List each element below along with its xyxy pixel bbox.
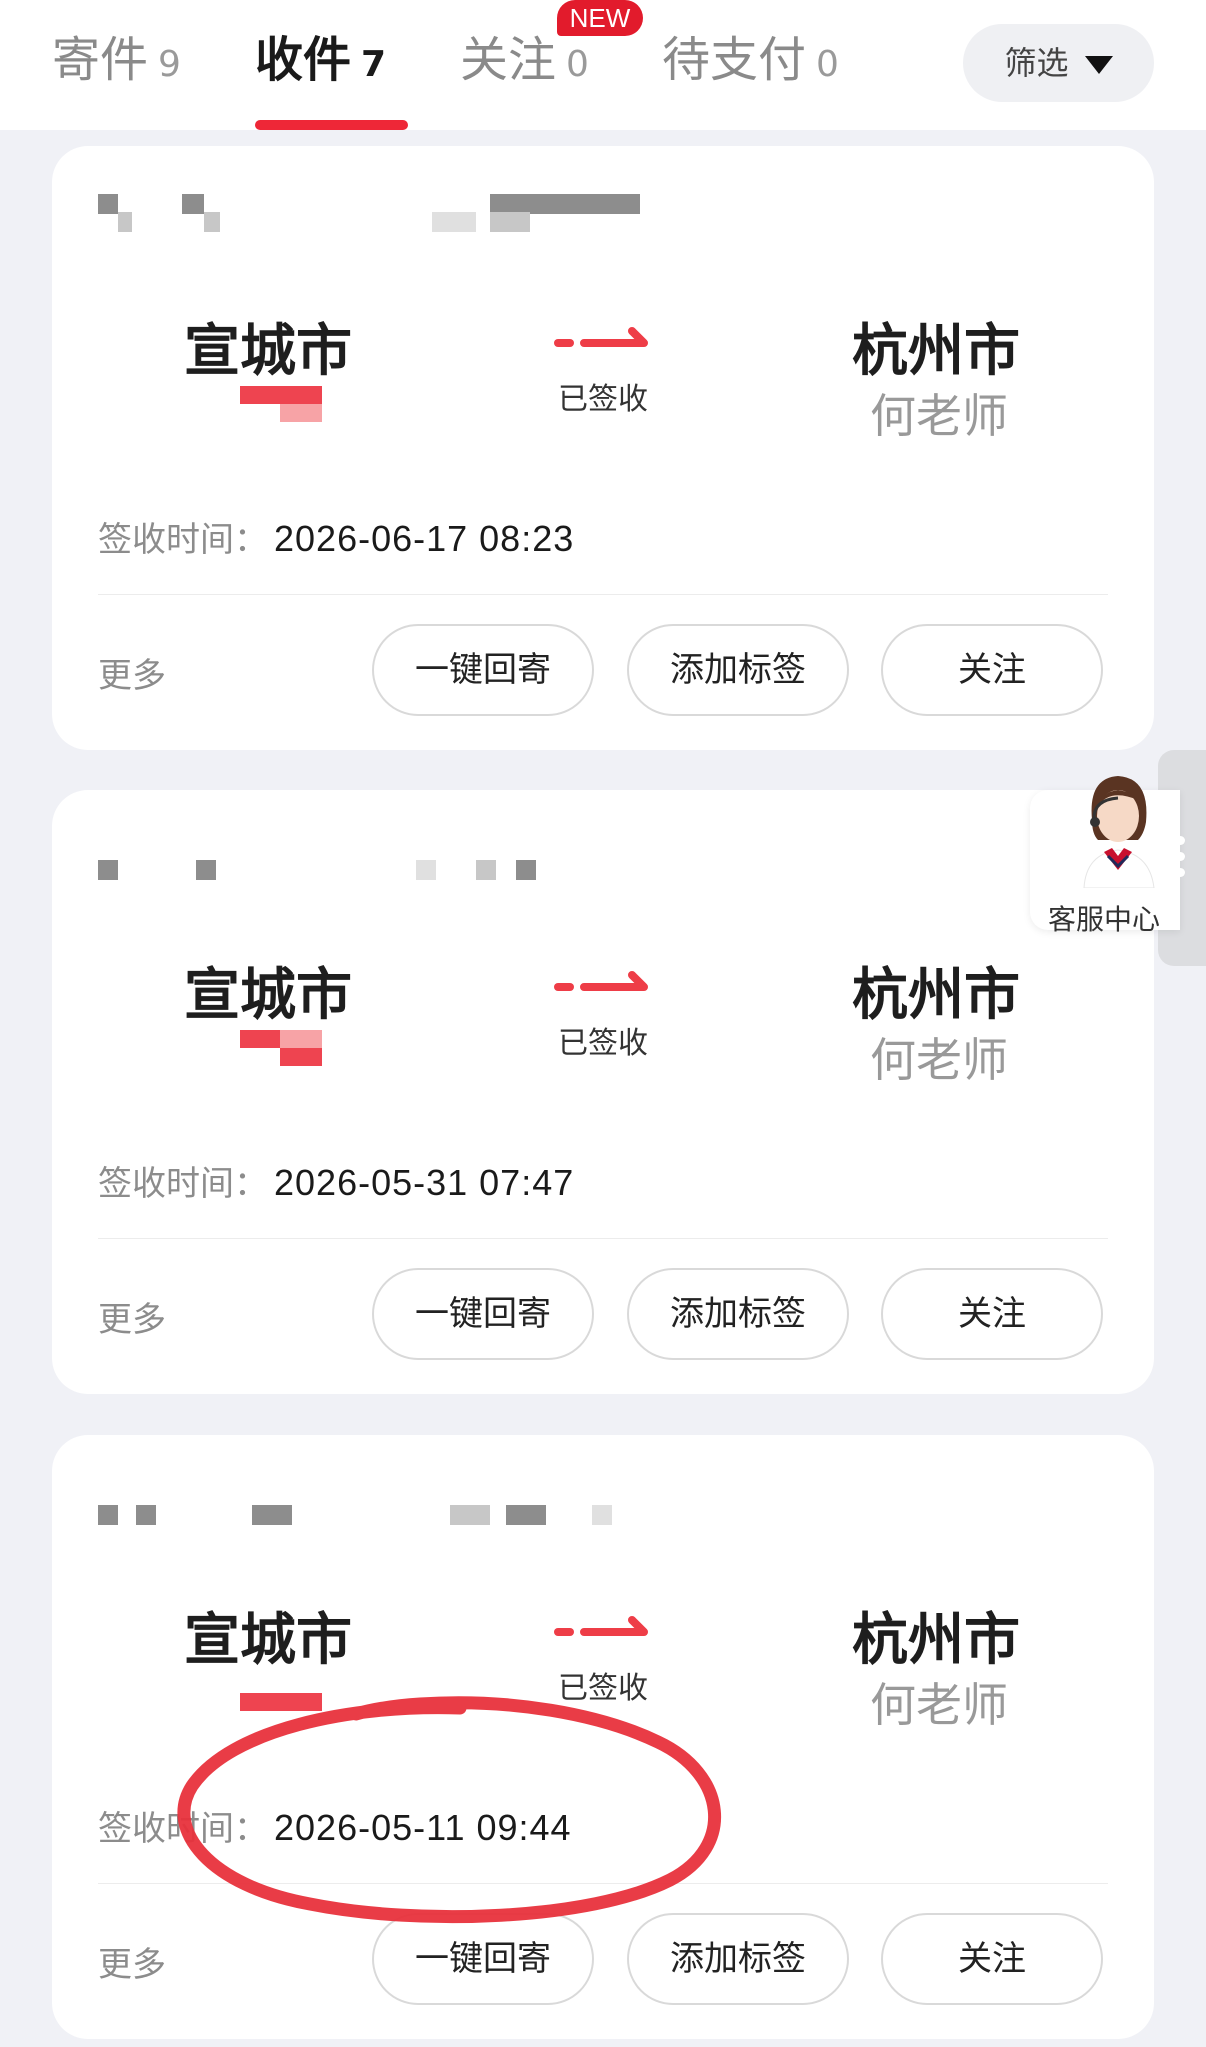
sign-time-value: 2026-06-17 08:23 [274,518,575,559]
sign-time-row: 签收时间： 2026-05-11 09:44 [98,1801,572,1850]
package-card[interactable]: 宣城市 已签收 杭州市 何老师 签收时间： 2026-06-17 08:23 更多… [52,146,1154,750]
destination-city: 杭州市 [852,963,1020,1028]
follow-button[interactable]: 关注 [881,1268,1103,1360]
status-label: 已签收 [558,382,648,417]
recipient-name: 何老师 [870,389,1008,443]
tab-follow-count: 0 [566,44,589,85]
filter-label: 筛选 [1004,44,1069,82]
package-card[interactable]: 宣城市 已签收 杭州市 何老师 签收时间： 2026-05-11 09:44 更多… [52,1435,1154,2039]
tab-pending-label: 待支付 [662,32,807,88]
tab-follow[interactable]: 关注 0 [460,30,589,90]
tab-send[interactable]: 寄件 9 [52,30,181,90]
tab-bar: 寄件 9 收件 7 关注 0 待支付 0 NEW 筛选 [0,0,1206,130]
tab-receive[interactable]: 收件 7 [255,30,386,90]
sign-time-label: 签收时间： [98,520,268,560]
sender-name-redacted [240,386,322,422]
more-vertical-icon[interactable] [1176,836,1186,886]
recipient-name: 何老师 [870,1033,1008,1087]
destination-city: 杭州市 [852,1608,1020,1673]
sign-time-row: 签收时间： 2026-06-17 08:23 [98,512,574,561]
tab-pending-payment[interactable]: 待支付 0 [662,30,839,90]
new-badge: NEW [557,0,643,36]
status-label: 已签收 [558,1026,648,1061]
tab-pending-count: 0 [816,44,839,85]
tab-send-count: 9 [158,44,181,85]
divider [98,1238,1108,1239]
arrow-right-icon [554,1616,648,1636]
sender-name-redacted [240,1675,322,1711]
sign-time-label: 签收时间： [98,1809,268,1849]
tracking-number-redacted [98,1471,658,1525]
package-card[interactable]: 宣城市 已签收 杭州市 何老师 签收时间： 2026-05-31 07:47 更多… [52,790,1154,1394]
caret-down-icon [1084,56,1113,74]
tab-receive-label: 收件 [255,32,352,88]
return-ship-button[interactable]: 一键回寄 [372,1268,594,1360]
arrow-right-icon [554,327,648,347]
active-tab-indicator [255,120,408,130]
return-ship-button[interactable]: 一键回寄 [372,624,594,716]
more-link[interactable]: 更多 [98,1937,166,1986]
divider [98,594,1108,595]
more-link[interactable]: 更多 [98,648,166,697]
destination-city: 杭州市 [852,319,1020,384]
divider [98,1883,1108,1884]
add-tag-button[interactable]: 添加标签 [627,1268,849,1360]
tracking-number-redacted [98,182,658,232]
recipient-name: 何老师 [870,1678,1008,1732]
filter-button[interactable]: 筛选 [963,24,1154,102]
sign-time-row: 签收时间： 2026-05-31 07:47 [98,1156,574,1205]
follow-button[interactable]: 关注 [881,624,1103,716]
sign-time-value: 2026-05-11 09:44 [274,1807,572,1848]
origin-city: 宣城市 [184,319,352,384]
more-link[interactable]: 更多 [98,1292,166,1341]
return-ship-button[interactable]: 一键回寄 [372,1913,594,2005]
customer-service-label: 客服中心 [1048,903,1161,936]
sign-time-label: 签收时间： [98,1164,268,1204]
sender-name-redacted [240,1030,322,1066]
tab-follow-label: 关注 [460,32,557,88]
tab-send-label: 寄件 [52,32,149,88]
status-label: 已签收 [558,1671,648,1706]
add-tag-button[interactable]: 添加标签 [627,1913,849,2005]
tab-receive-count: 7 [361,44,387,85]
follow-button[interactable]: 关注 [881,1913,1103,2005]
add-tag-button[interactable]: 添加标签 [627,624,849,716]
origin-city: 宣城市 [184,1608,352,1673]
tracking-number-redacted [98,826,658,880]
sign-time-value: 2026-05-31 07:47 [274,1162,575,1203]
agent-avatar-icon [1083,776,1155,888]
arrow-right-icon [554,971,648,991]
origin-city: 宣城市 [184,963,352,1028]
